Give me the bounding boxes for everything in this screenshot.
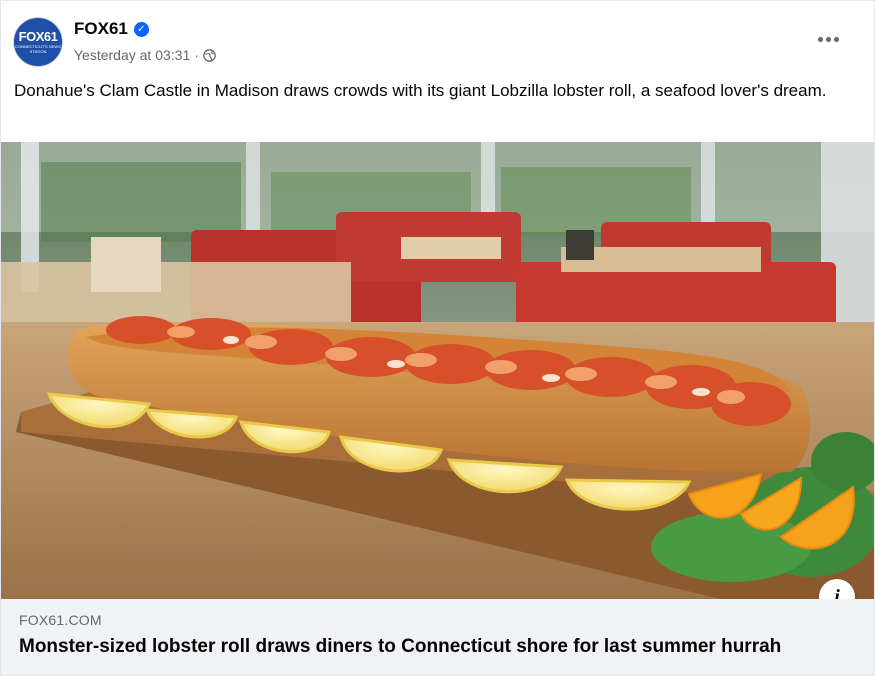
post-photo[interactable] <box>1 142 874 599</box>
avatar-logo-text: FOX61 <box>18 29 58 44</box>
globe-icon[interactable] <box>203 48 216 62</box>
lobster-roll-photo <box>1 142 874 599</box>
avatar-logo-subtext: CONNECTICUT'S NEWS STATION <box>15 44 61 54</box>
verified-badge-icon: ✓ <box>133 21 149 37</box>
page-name-link[interactable]: FOX61 <box>74 19 128 39</box>
post-card: FOX61 CONNECTICUT'S NEWS STATION FOX61 ✓… <box>0 0 875 676</box>
post-timestamp[interactable]: Yesterday at 03:31 <box>74 47 190 63</box>
meta-separator: · <box>194 47 199 63</box>
page-avatar[interactable]: FOX61 CONNECTICUT'S NEWS STATION <box>13 17 63 67</box>
page-name-row: FOX61 ✓ <box>74 19 149 39</box>
link-preview[interactable]: FOX61.COM Monster-sized lobster roll dra… <box>1 599 874 675</box>
post-caption: Donahue's Clam Castle in Madison draws c… <box>14 81 827 100</box>
more-options-icon[interactable] <box>810 27 846 51</box>
post-meta: Yesterday at 03:31 · <box>74 47 216 63</box>
link-domain: FOX61.COM <box>19 612 102 628</box>
post-header: FOX61 CONNECTICUT'S NEWS STATION FOX61 ✓… <box>13 17 862 69</box>
link-headline[interactable]: Monster-sized lobster roll draws diners … <box>19 636 781 658</box>
